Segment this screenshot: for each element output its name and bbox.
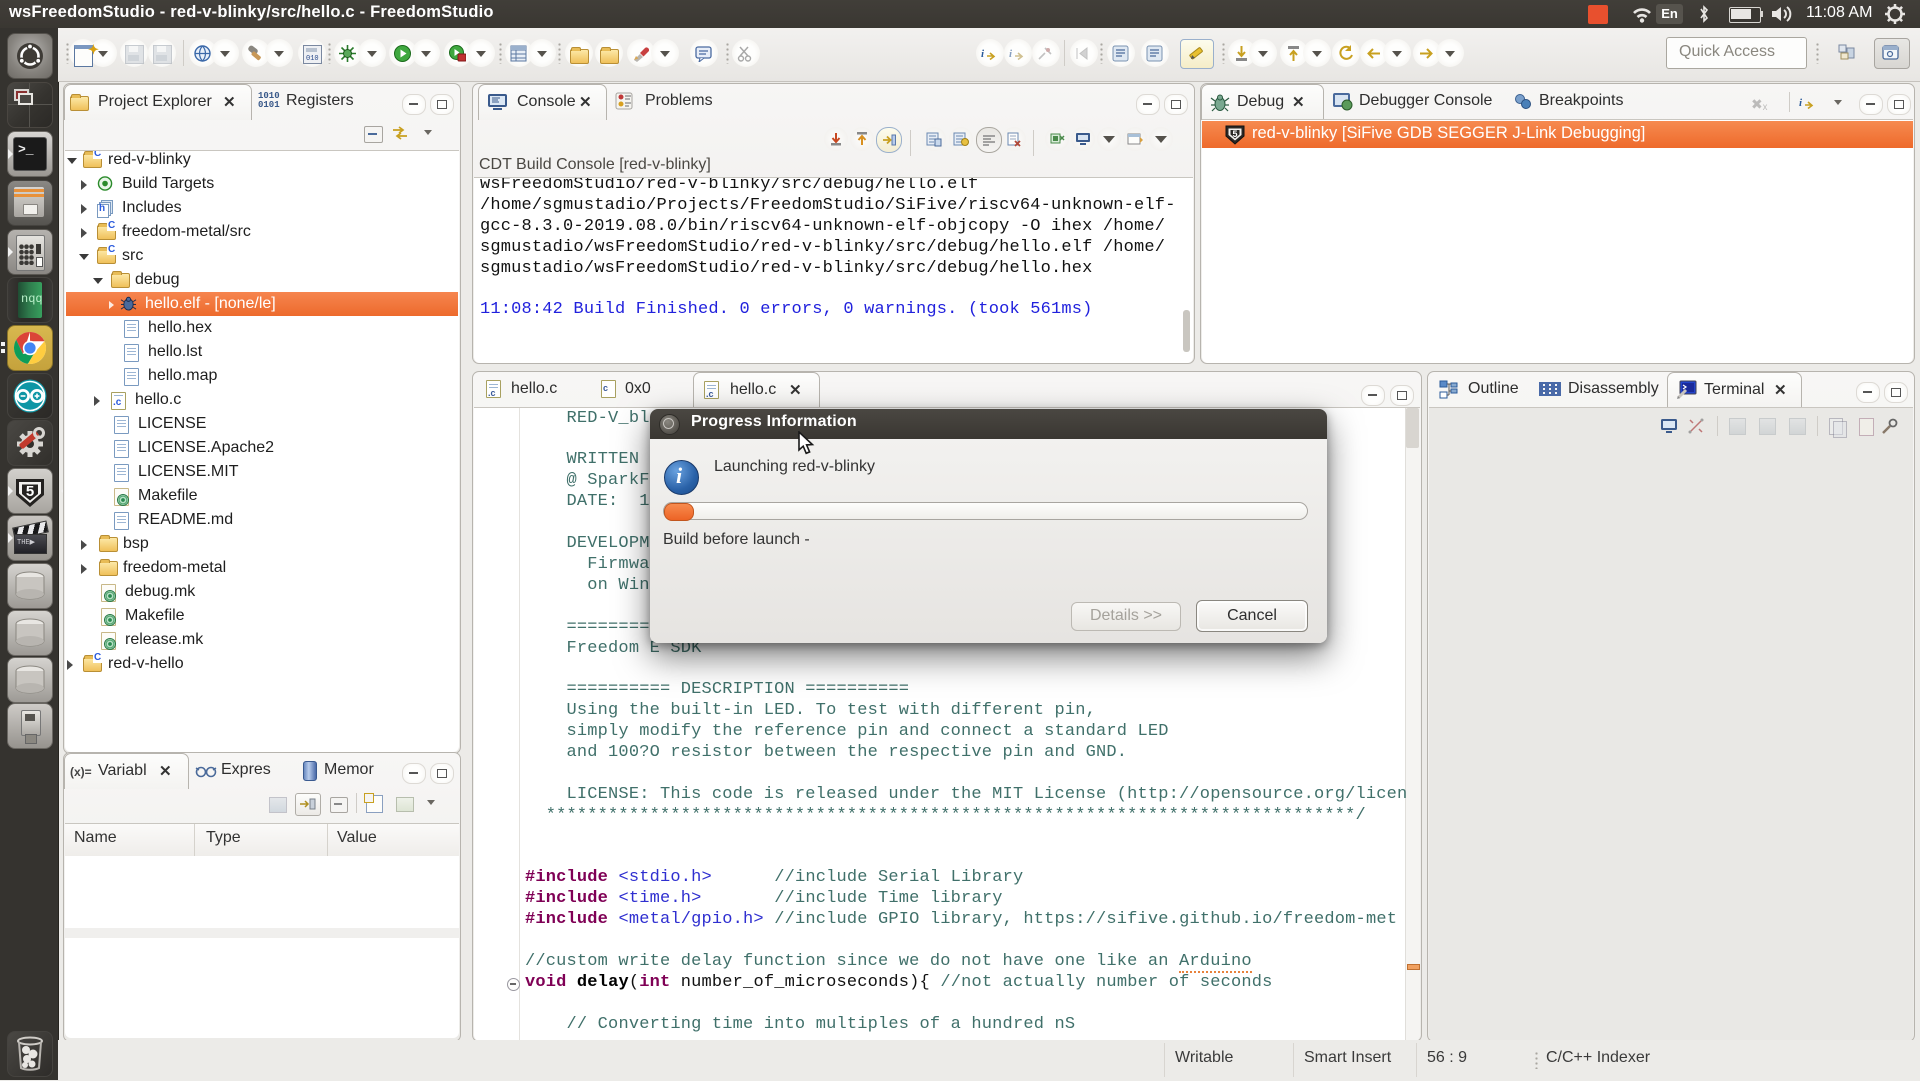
svg-text:5: 5 <box>1232 129 1237 139</box>
svg-text:5: 5 <box>26 483 34 500</box>
svg-text:i: i <box>1009 48 1013 60</box>
svg-text:i: i <box>981 48 985 60</box>
svg-text:i: i <box>1799 97 1803 109</box>
